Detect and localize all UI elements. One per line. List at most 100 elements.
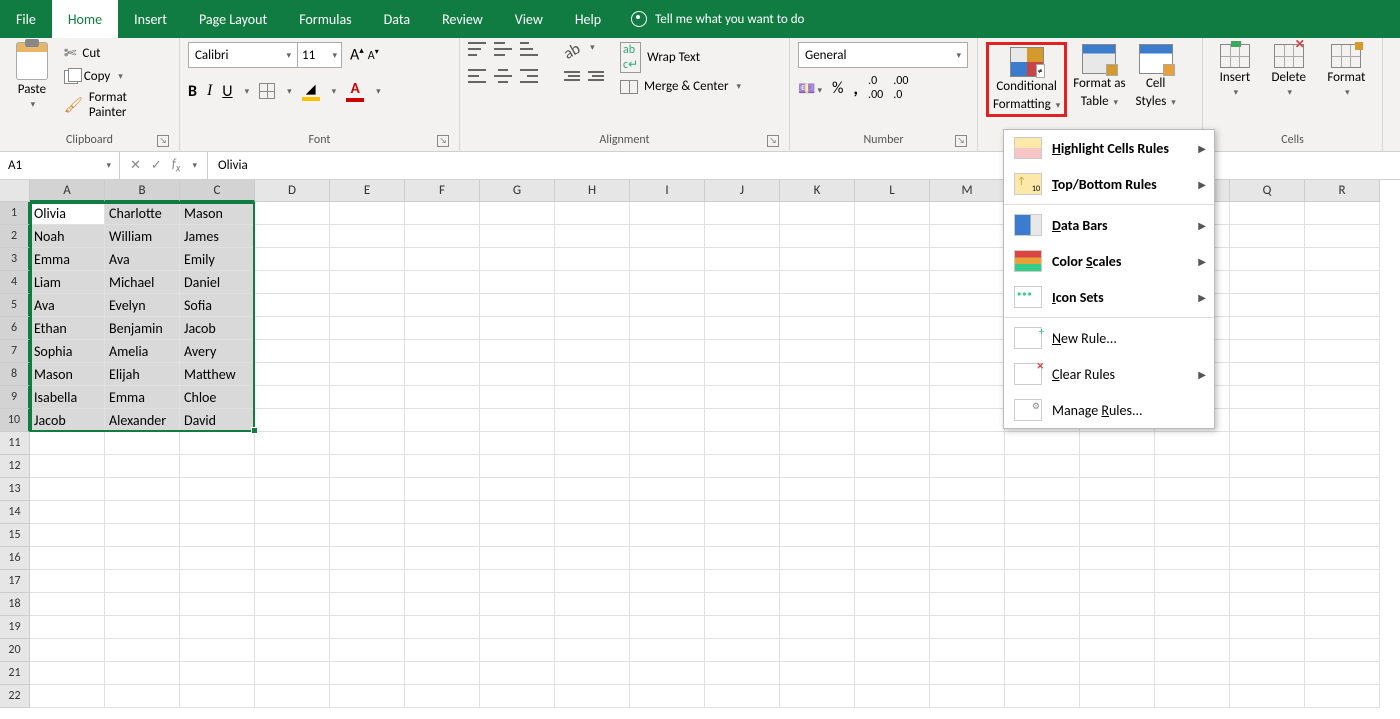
cell-B14[interactable]	[105, 501, 180, 524]
cell-R15[interactable]	[1305, 524, 1380, 547]
cell-M7[interactable]	[930, 340, 1005, 363]
row-header-7[interactable]: 7	[0, 340, 30, 363]
menu-icon-sets[interactable]: Icon Sets▶	[1004, 279, 1214, 315]
cell-Q11[interactable]	[1230, 432, 1305, 455]
cell-E9[interactable]	[330, 386, 405, 409]
cell-J8[interactable]	[705, 363, 780, 386]
cell-G7[interactable]	[480, 340, 555, 363]
cell-L19[interactable]	[855, 616, 930, 639]
cell-H4[interactable]	[555, 271, 630, 294]
cell-K22[interactable]	[780, 685, 855, 708]
cell-K16[interactable]	[780, 547, 855, 570]
cell-E8[interactable]	[330, 363, 405, 386]
insert-cells-button[interactable]: Insert▾	[1214, 42, 1257, 100]
cell-I15[interactable]	[630, 524, 705, 547]
align-top-button[interactable]	[468, 42, 486, 56]
cell-K10[interactable]	[780, 409, 855, 432]
cell-O14[interactable]	[1080, 501, 1155, 524]
cell-C8[interactable]: Matthew	[180, 363, 255, 386]
cell-J14[interactable]	[705, 501, 780, 524]
cell-K13[interactable]	[780, 478, 855, 501]
cell-P16[interactable]	[1155, 547, 1230, 570]
cell-L7[interactable]	[855, 340, 930, 363]
cell-M8[interactable]	[930, 363, 1005, 386]
cell-M12[interactable]	[930, 455, 1005, 478]
cell-I14[interactable]	[630, 501, 705, 524]
column-header-L[interactable]: L	[855, 180, 930, 202]
cell-G18[interactable]	[480, 593, 555, 616]
cell-J12[interactable]	[705, 455, 780, 478]
cell-F17[interactable]	[405, 570, 480, 593]
cell-B20[interactable]	[105, 639, 180, 662]
column-header-A[interactable]: A	[30, 180, 105, 202]
cell-M21[interactable]	[930, 662, 1005, 685]
cell-B18[interactable]	[105, 593, 180, 616]
cell-H10[interactable]	[555, 409, 630, 432]
cell-G20[interactable]	[480, 639, 555, 662]
cell-J9[interactable]	[705, 386, 780, 409]
cell-F13[interactable]	[405, 478, 480, 501]
cell-E15[interactable]	[330, 524, 405, 547]
decrease-decimal-button[interactable]: .00.0	[893, 74, 908, 102]
cell-L21[interactable]	[855, 662, 930, 685]
cell-N18[interactable]	[1005, 593, 1080, 616]
cell-D18[interactable]	[255, 593, 330, 616]
cell-K20[interactable]	[780, 639, 855, 662]
cell-D12[interactable]	[255, 455, 330, 478]
cell-R12[interactable]	[1305, 455, 1380, 478]
cell-F6[interactable]	[405, 317, 480, 340]
cell-R20[interactable]	[1305, 639, 1380, 662]
cell-R1[interactable]	[1305, 202, 1380, 225]
cell-Q5[interactable]	[1230, 294, 1305, 317]
row-header-22[interactable]: 22	[0, 685, 30, 708]
cell-G6[interactable]	[480, 317, 555, 340]
cell-E12[interactable]	[330, 455, 405, 478]
cell-B4[interactable]: Michael	[105, 271, 180, 294]
column-header-F[interactable]: F	[405, 180, 480, 202]
cell-B13[interactable]	[105, 478, 180, 501]
cell-D17[interactable]	[255, 570, 330, 593]
tab-view[interactable]: View	[499, 0, 559, 38]
cell-D10[interactable]	[255, 409, 330, 432]
cell-D21[interactable]	[255, 662, 330, 685]
column-header-D[interactable]: D	[255, 180, 330, 202]
row-header-8[interactable]: 8	[0, 363, 30, 386]
cell-J19[interactable]	[705, 616, 780, 639]
font-name-select[interactable]: Calibri▾	[188, 42, 298, 68]
cell-P17[interactable]	[1155, 570, 1230, 593]
font-color-button[interactable]: A	[346, 80, 364, 102]
cell-K7[interactable]	[780, 340, 855, 363]
column-header-I[interactable]: I	[630, 180, 705, 202]
cell-B5[interactable]: Evelyn	[105, 294, 180, 317]
cell-K4[interactable]	[780, 271, 855, 294]
cell-F4[interactable]	[405, 271, 480, 294]
cell-R4[interactable]	[1305, 271, 1380, 294]
cell-D7[interactable]	[255, 340, 330, 363]
cell-K15[interactable]	[780, 524, 855, 547]
cell-C1[interactable]: Mason	[180, 202, 255, 225]
cell-Q8[interactable]	[1230, 363, 1305, 386]
cell-K5[interactable]	[780, 294, 855, 317]
cell-A22[interactable]	[30, 685, 105, 708]
cell-O12[interactable]	[1080, 455, 1155, 478]
cell-C7[interactable]: Avery	[180, 340, 255, 363]
cell-N21[interactable]	[1005, 662, 1080, 685]
cell-I21[interactable]	[630, 662, 705, 685]
cell-F3[interactable]	[405, 248, 480, 271]
cell-L17[interactable]	[855, 570, 930, 593]
cell-B1[interactable]: Charlotte	[105, 202, 180, 225]
cell-M16[interactable]	[930, 547, 1005, 570]
cell-N16[interactable]	[1005, 547, 1080, 570]
number-dialog-launcher[interactable]: ↘	[955, 135, 967, 147]
bold-button[interactable]: B	[188, 82, 197, 101]
cell-G3[interactable]	[480, 248, 555, 271]
cell-L2[interactable]	[855, 225, 930, 248]
cell-B8[interactable]: Elijah	[105, 363, 180, 386]
cell-C14[interactable]	[180, 501, 255, 524]
cell-R17[interactable]	[1305, 570, 1380, 593]
paste-button[interactable]: Paste ▾	[8, 42, 56, 110]
cell-A16[interactable]	[30, 547, 105, 570]
cell-C13[interactable]	[180, 478, 255, 501]
cell-L9[interactable]	[855, 386, 930, 409]
cell-J6[interactable]	[705, 317, 780, 340]
